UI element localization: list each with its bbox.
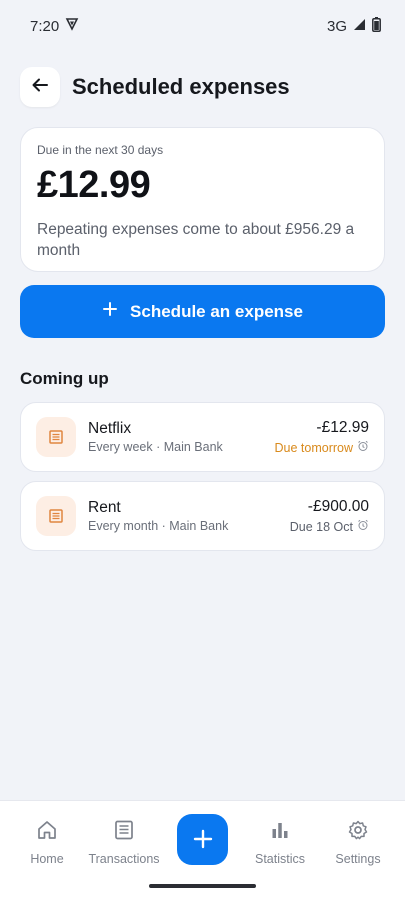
expense-due: Due 18 Oct bbox=[290, 519, 369, 534]
expense-due-text: Due tomorrow bbox=[274, 440, 354, 455]
battery-icon bbox=[372, 16, 381, 36]
nav-settings[interactable]: Settings bbox=[318, 819, 398, 866]
expense-name: Rent bbox=[88, 499, 121, 516]
status-time: 7:20 bbox=[30, 17, 60, 35]
status-right: 3G bbox=[326, 16, 381, 36]
nav-statistics-label: Statistics bbox=[254, 852, 305, 866]
expense-list: Netflix Every week · Main Bank -£12.99 D… bbox=[20, 402, 385, 560]
summary-amount: £12.99 bbox=[37, 164, 151, 206]
gear-icon bbox=[347, 819, 369, 846]
arrow-left-icon bbox=[31, 76, 49, 99]
expense-name: Netflix bbox=[88, 420, 132, 437]
schedule-expense-label: Schedule an expense bbox=[130, 301, 303, 321]
alarm-icon bbox=[357, 440, 369, 455]
gesture-home-indicator bbox=[149, 884, 256, 888]
page-header: Scheduled expenses bbox=[20, 67, 385, 107]
back-button[interactable] bbox=[20, 67, 60, 107]
vpn-shield-icon bbox=[65, 17, 79, 35]
nav-home-label: Home bbox=[30, 852, 64, 866]
nav-transactions[interactable]: Transactions bbox=[84, 819, 164, 866]
expense-item-netflix[interactable]: Netflix Every week · Main Bank -£12.99 D… bbox=[20, 402, 385, 472]
status-bar: 7:20 3G bbox=[0, 0, 405, 52]
summary-card: Due in the next 30 days £12.99 Repeating… bbox=[20, 127, 385, 272]
expense-amount: -£900.00 bbox=[307, 498, 369, 515]
expense-main: Rent Every month · Main Bank bbox=[88, 499, 290, 533]
summary-label: Due in the next 30 days bbox=[37, 143, 164, 157]
expense-amount: -£12.99 bbox=[316, 419, 369, 436]
expense-subtitle: Every month · Main Bank bbox=[88, 519, 229, 533]
nav-transactions-label: Transactions bbox=[88, 852, 160, 866]
coming-up-title: Coming up bbox=[20, 369, 109, 388]
plus-icon bbox=[193, 823, 213, 857]
nav-settings-label: Settings bbox=[335, 852, 381, 866]
expense-subtitle: Every week · Main Bank bbox=[88, 440, 223, 454]
alarm-icon bbox=[357, 519, 369, 534]
bar-chart-icon bbox=[269, 819, 291, 846]
receipt-list-icon bbox=[113, 819, 135, 846]
expense-due: Due tomorrow bbox=[275, 440, 370, 455]
expense-right: -£900.00 Due 18 Oct bbox=[290, 498, 369, 534]
receipt-icon bbox=[36, 496, 76, 536]
nav-home[interactable]: Home bbox=[7, 819, 87, 866]
receipt-icon bbox=[36, 417, 76, 457]
home-icon bbox=[36, 819, 58, 846]
summary-note: Repeating expenses come to about £956.29… bbox=[37, 221, 355, 259]
signal-icon bbox=[353, 18, 366, 35]
expense-item-rent[interactable]: Rent Every month · Main Bank -£900.00 Du… bbox=[20, 481, 385, 551]
expense-right: -£12.99 Due tomorrow bbox=[275, 419, 370, 455]
nav-statistics[interactable]: Statistics bbox=[240, 819, 320, 866]
plus-icon bbox=[102, 301, 118, 322]
expense-due-text: Due 18 Oct bbox=[289, 519, 353, 534]
network-type: 3G bbox=[326, 17, 347, 35]
schedule-expense-button[interactable]: Schedule an expense bbox=[20, 285, 385, 338]
expense-main: Netflix Every week · Main Bank bbox=[88, 420, 275, 454]
add-expense-fab[interactable] bbox=[177, 814, 228, 865]
status-left: 7:20 bbox=[30, 17, 79, 35]
page-title: Scheduled expenses bbox=[72, 74, 290, 99]
